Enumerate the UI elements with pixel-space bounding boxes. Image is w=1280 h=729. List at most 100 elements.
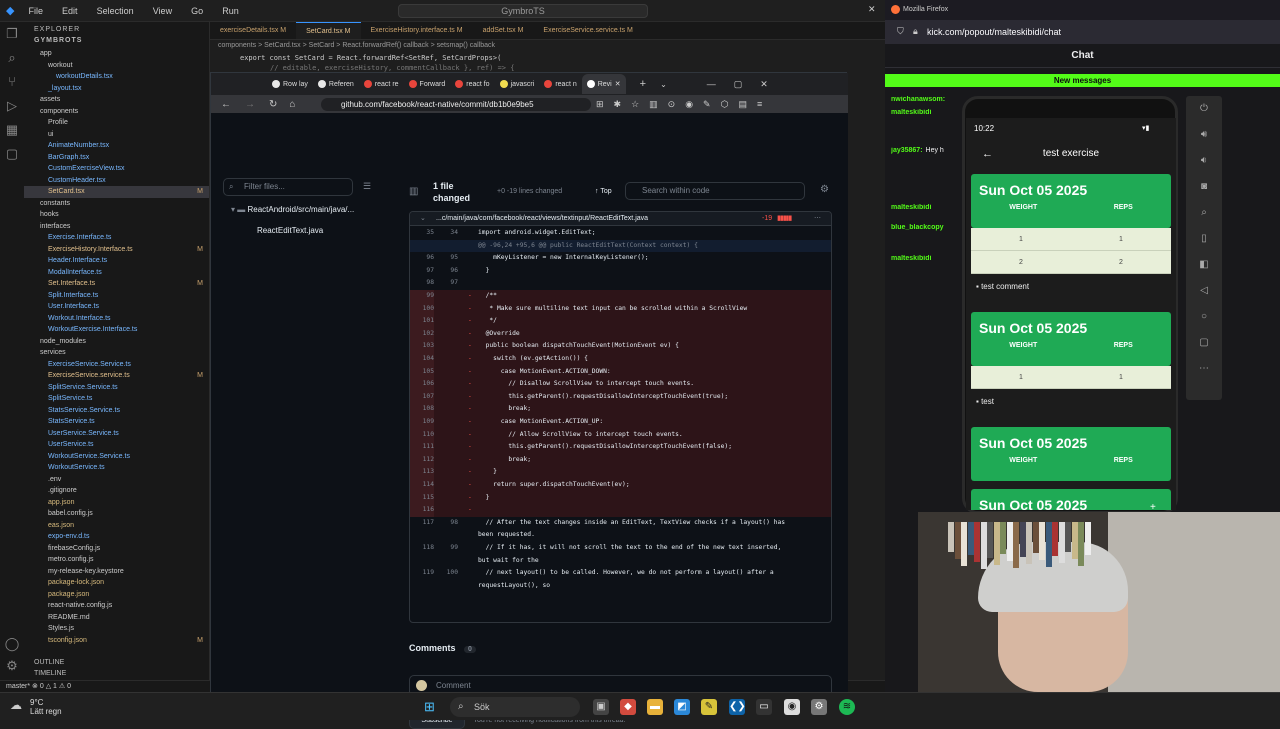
fold-icon[interactable]: ▯: [1186, 226, 1222, 252]
tree-item[interactable]: WorkoutService.ts: [24, 462, 209, 474]
diff-line-deleted[interactable]: 104 - switch (ev.getAction()) {: [410, 353, 831, 366]
diff-line-deleted[interactable]: 116 -: [410, 504, 831, 517]
chat-username[interactable]: malteskibidi: [891, 255, 931, 262]
run-debug-icon[interactable]: ▷: [0, 94, 24, 118]
diff-line[interactable]: 35 34 import android.widget.EditText;: [410, 227, 831, 240]
tree-item[interactable]: services: [24, 347, 209, 359]
spotify-icon[interactable]: ≋: [839, 699, 855, 715]
reload-icon[interactable]: ↻: [269, 99, 277, 110]
tree-item[interactable]: Profile: [24, 117, 209, 129]
chat-message[interactable]: blue_blackcopy: [891, 224, 971, 231]
new-tab-icon[interactable]: +: [640, 78, 646, 90]
tree-item[interactable]: Header.Interface.ts: [24, 255, 209, 267]
set-row[interactable]: 11: [971, 366, 1171, 389]
tree-item[interactable]: UserService.ts: [24, 439, 209, 451]
tree-item[interactable]: Split.Interface.ts: [24, 290, 209, 302]
browser-tab[interactable]: javascri: [495, 80, 540, 88]
lock-icon[interactable]: 🔒︎: [913, 26, 918, 37]
chrome-icon[interactable]: ◉: [784, 699, 800, 715]
filter-options-icon[interactable]: ☰: [363, 181, 371, 192]
chat-message[interactable]: jay35867: Hey h: [891, 147, 971, 154]
more-options-icon[interactable]: ⋯: [814, 212, 821, 226]
tree-item[interactable]: node_modules: [24, 336, 209, 348]
breadcrumb[interactable]: components > SetCard.tsx > SetCard > Rea…: [210, 40, 885, 52]
branch-status[interactable]: master* ⊗ 0 △ 1 ⚠ 0: [6, 683, 71, 690]
tab-setcard[interactable]: SetCard.tsx M: [296, 22, 361, 39]
diff-line[interactable]: 119 100 // next layout() to be called. Ho…: [410, 567, 831, 580]
account-icon[interactable]: ◯: [0, 632, 24, 656]
diff-line[interactable]: 117 98 // After the text changes inside a…: [410, 517, 831, 530]
remote-icon[interactable]: ▢: [0, 142, 24, 166]
diff-line-deleted[interactable]: 102 - @Override: [410, 327, 831, 341]
set-card[interactable]: Sun Oct 05 2025 WEIGHT REPS: [971, 427, 1171, 481]
tree-item[interactable]: User.Interface.ts: [24, 301, 209, 313]
tree-item[interactable]: UserService.Service.ts: [24, 428, 209, 440]
back-icon[interactable]: ←: [221, 99, 231, 110]
diff-line[interactable]: requestLayout(), so: [410, 580, 831, 593]
chat-message[interactable]: malteskibidi: [891, 204, 971, 211]
add-icon[interactable]: +: [1150, 502, 1156, 510]
tree-item[interactable]: Set.Interface.ts M: [24, 278, 209, 290]
tab-exercise-history[interactable]: ExerciseHistory.interface.ts M: [361, 22, 473, 39]
tree-item[interactable]: README.md: [24, 612, 209, 624]
weather-widget[interactable]: 9°C Lätt regn: [30, 698, 62, 716]
menu-run[interactable]: Run: [222, 6, 239, 16]
settings-gear-icon[interactable]: ⚙: [820, 184, 829, 195]
shield-icon[interactable]: ⛉: [897, 26, 904, 37]
vscode-taskbar-icon[interactable]: ❮❯: [729, 699, 746, 715]
tree-item[interactable]: components: [24, 106, 209, 118]
tree-item[interactable]: .env: [24, 474, 209, 486]
extension-icons[interactable]: ⊞✱☆▥⊙◉✎⬡▤≡: [596, 99, 772, 110]
diff-line-deleted[interactable]: 103 - public boolean dispatchTouchEvent(M…: [410, 340, 831, 353]
diff-line-deleted[interactable]: 113 - }: [410, 466, 831, 479]
tree-item[interactable]: .gitignore: [24, 485, 209, 497]
set-comment[interactable]: ▪ test: [976, 397, 994, 406]
tree-item[interactable]: BarGraph.tsx: [24, 152, 209, 164]
chat-message[interactable]: malteskibidi: [891, 255, 971, 262]
minimize-icon[interactable]: —: [707, 79, 716, 89]
diff-line-deleted[interactable]: 111 - this.getParent().requestDisallowInt…: [410, 441, 831, 454]
tree-item[interactable]: CustomExerciseView.tsx: [24, 163, 209, 175]
source-control-icon[interactable]: ⑂: [0, 70, 24, 94]
diff-line[interactable]: been requested.: [410, 529, 831, 542]
store-icon[interactable]: ◩: [674, 699, 690, 715]
rotate-icon[interactable]: ◧: [1186, 252, 1222, 278]
tree-item[interactable]: workoutDetails.tsx: [24, 71, 209, 83]
chat-message[interactable]: malteskibidi: [891, 109, 971, 116]
power-icon[interactable]: ⏻: [1186, 96, 1222, 122]
set-card[interactable]: Sun Oct 05 2025 WEIGHT REPS: [971, 312, 1171, 366]
diff-line-deleted[interactable]: 115 - }: [410, 491, 831, 505]
window-close-icon[interactable]: ✕: [868, 4, 876, 15]
task-view-icon[interactable]: ▣: [593, 699, 609, 715]
diff-line[interactable]: 97 96 }: [410, 265, 831, 278]
browser-tab-active[interactable]: Revi ✕: [581, 74, 626, 94]
browser-tab[interactable]: Forward: [404, 80, 451, 88]
tree-item[interactable]: eas.json: [24, 520, 209, 532]
diff-line-deleted[interactable]: 99 - /**: [410, 290, 831, 303]
search-code-input[interactable]: Search within code: [625, 182, 805, 200]
tree-item[interactable]: ModalInterface.ts: [24, 267, 209, 279]
chat-username[interactable]: nwichanawsom:: [891, 96, 945, 103]
top-button[interactable]: ↑ Top: [595, 188, 612, 195]
tree-item[interactable]: workout: [24, 60, 209, 72]
chat-username[interactable]: malteskibidi: [891, 204, 931, 211]
tree-item[interactable]: SplitService.Service.ts: [24, 382, 209, 394]
extensions-icon[interactable]: ▦: [0, 118, 24, 142]
home-icon[interactable]: ⌂: [289, 99, 295, 110]
maximize-icon[interactable]: ▢: [734, 79, 743, 90]
back-icon[interactable]: ◁: [1186, 278, 1222, 304]
tree-item[interactable]: _layout.tsx: [24, 83, 209, 95]
tab-addset[interactable]: addSet.tsx M: [473, 22, 534, 39]
tree-item[interactable]: firebaseConfig.js: [24, 543, 209, 555]
set-card[interactable]: Sun Oct 05 2025: [971, 489, 1171, 510]
diff-line-deleted[interactable]: 112 - break;: [410, 453, 831, 467]
tree-item[interactable]: AnimateNumber.tsx: [24, 140, 209, 152]
menu-view[interactable]: View: [153, 6, 172, 16]
brave-browser-icon[interactable]: ◆: [620, 699, 636, 715]
explorer-icon[interactable]: ❐: [0, 22, 24, 46]
tree-item[interactable]: package-lock.json: [24, 577, 209, 589]
diff-line-deleted[interactable]: 114 - return super.dispatchTouchEvent(ev)…: [410, 479, 831, 492]
more-icon[interactable]: ⋯: [1186, 356, 1222, 382]
zoom-icon[interactable]: ⌕: [1186, 200, 1222, 226]
diff-line-deleted[interactable]: 109 - case MotionEvent.ACTION_UP:: [410, 416, 831, 429]
